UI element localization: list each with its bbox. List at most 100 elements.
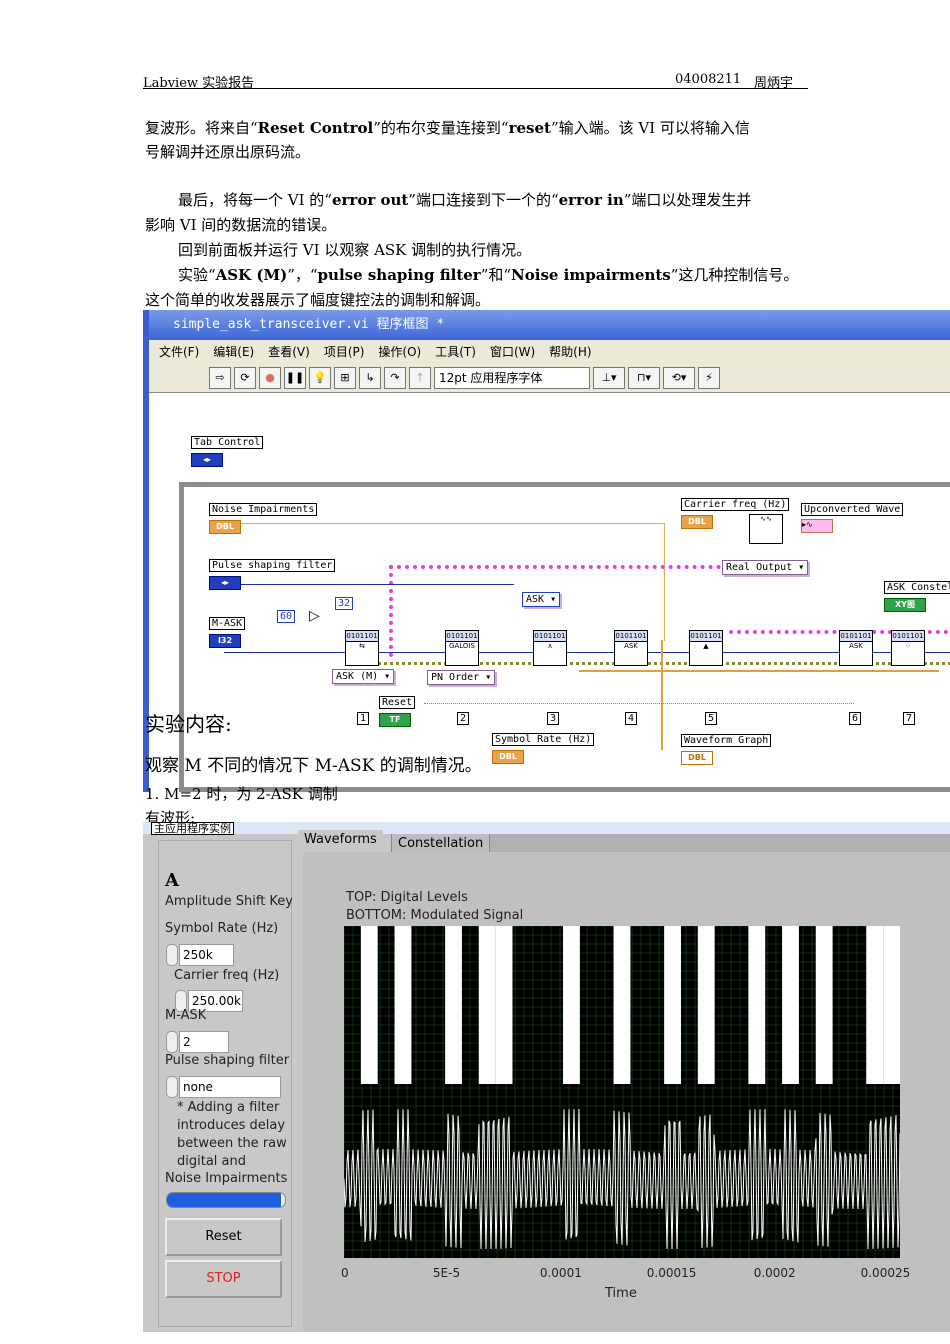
digital-level-bar xyxy=(697,926,715,1084)
const-60[interactable]: 60 xyxy=(277,610,296,623)
frame-4: 4 xyxy=(625,712,637,725)
wire-pink-left xyxy=(389,565,393,657)
upconvert-vi[interactable]: ∿∿ xyxy=(749,514,783,544)
mask-input[interactable]: 2 xyxy=(179,1031,229,1053)
pulse-label: Pulse shaping filter xyxy=(209,559,336,572)
x-tick-label: 0 xyxy=(341,1266,349,1280)
ask-modulate-vi[interactable]: 0101101 ASK xyxy=(614,630,648,666)
pulse-label: Pulse shaping filter xyxy=(165,1053,290,1068)
chart-subtitle: BOTTOM: Modulated Signal xyxy=(346,908,524,923)
tab-control-label: Tab Control xyxy=(191,436,264,449)
pulse-terminal[interactable]: ◂▸ xyxy=(209,576,241,590)
retain-wire-icon[interactable]: ⊞ xyxy=(334,367,356,389)
highlight-bulb-icon[interactable]: 💡 xyxy=(309,367,331,389)
symbol-rate-spinner[interactable] xyxy=(166,944,178,966)
multiply-icon: ▷ xyxy=(309,608,320,624)
pause-icon[interactable]: ❚❚ xyxy=(284,367,306,389)
pn-galois-vi[interactable]: 0101101 GALOIS xyxy=(445,630,479,666)
digital-level-bar xyxy=(445,926,462,1084)
menu-view[interactable]: 查看(V) xyxy=(268,340,310,364)
symbol-rate-input[interactable]: 250k xyxy=(179,944,234,966)
noise-slider[interactable] xyxy=(166,1192,286,1208)
cleanup-icon[interactable]: ⚡ xyxy=(698,367,720,389)
run-arrow-icon[interactable]: ⇨ xyxy=(209,367,231,389)
menu-file[interactable]: 文件(F) xyxy=(159,340,199,364)
mask-spinner[interactable] xyxy=(166,1031,178,1053)
noise-terminal[interactable]: DBL xyxy=(209,520,241,534)
note-3: between the raw xyxy=(177,1136,287,1151)
abort-icon[interactable]: ● xyxy=(259,367,281,389)
ask-init-vi[interactable]: 0101101 ⇆ xyxy=(345,630,379,666)
ask-m-ring[interactable]: ASK (M) ▾ xyxy=(332,669,395,684)
digital-level-bar xyxy=(563,926,580,1084)
app-instance-tab[interactable]: 主应用程序实例 xyxy=(151,822,234,835)
step-over-icon[interactable]: ↷ xyxy=(384,367,406,389)
font-select[interactable]: 12pt 应用程序字体 xyxy=(434,367,590,389)
mask-terminal[interactable]: I32 xyxy=(209,634,241,648)
pulse-select[interactable]: none xyxy=(179,1076,281,1098)
tab-waveforms[interactable]: Waveforms xyxy=(298,830,383,849)
digital-level-bar xyxy=(613,926,631,1084)
note-1: * Adding a filter xyxy=(177,1100,280,1115)
pulse-filter-vi[interactable]: 0101101 ∧ xyxy=(533,630,567,666)
align-icon[interactable]: ⊥▾ xyxy=(593,367,625,389)
symbol-rate-label: Symbol Rate (Hz) xyxy=(492,733,595,746)
constellation-vi[interactable]: 0101101 ⁘ xyxy=(891,630,925,666)
section-heading: 实验内容: xyxy=(145,712,232,736)
digital-level-bar xyxy=(748,926,766,1084)
carrier-terminal[interactable]: DBL xyxy=(681,515,713,529)
menu-bar: 文件(F) 编辑(E) 查看(V) 项目(P) 操作(O) 工具(T) 窗口(W… xyxy=(149,340,950,364)
tab-control-terminal[interactable]: ◂▸ xyxy=(191,453,223,467)
scroll-strip xyxy=(143,822,950,834)
symbol-rate-terminal[interactable]: DBL xyxy=(492,750,524,764)
step-out-icon[interactable]: ↑ xyxy=(409,367,431,389)
ask-heading: Amplitude Shift Keyir xyxy=(165,894,292,909)
reset-button[interactable]: Reset xyxy=(165,1218,282,1256)
digital-level-bar xyxy=(883,926,900,1084)
window-title: simple_ask_transceiver.vi 程序框图 * xyxy=(149,310,950,340)
reset-terminal[interactable]: TF xyxy=(379,713,411,727)
header-rule xyxy=(143,88,808,89)
reset-label: Reset xyxy=(379,696,416,709)
symbol-rate-label: Symbol Rate (Hz) xyxy=(165,921,279,936)
distribute-icon[interactable]: ⊓▾ xyxy=(628,367,660,389)
waveform-graph-terminal: DBL xyxy=(681,751,713,765)
frame-7: 7 xyxy=(903,712,915,725)
menu-window[interactable]: 窗口(W) xyxy=(490,340,535,364)
paragraph-1: 复波形。将来自“Reset Control”的布尔变量连接到“reset”输入端… xyxy=(145,119,750,137)
menu-operate[interactable]: 操作(O) xyxy=(378,340,421,364)
run-continuous-icon[interactable]: ⟳ xyxy=(234,367,256,389)
digital-level-bar xyxy=(478,926,496,1084)
real-output-ring[interactable]: Real Output ▾ xyxy=(722,560,809,575)
const-32[interactable]: 32 xyxy=(335,597,354,610)
pn-order-ring[interactable]: PN Order ▾ xyxy=(427,670,496,685)
menu-tools[interactable]: 工具(T) xyxy=(435,340,476,364)
toolbar: ⇨ ⟳ ● ❚❚ 💡 ⊞ ↳ ↷ ↑ 12pt 应用程序字体 ⊥▾ ⊓▾ ⟲▾ … xyxy=(149,364,950,393)
paragraph-2: 最后，将每一个 VI 的“error out”端口连接到下一个的“error i… xyxy=(178,191,752,209)
noise-slider-fill xyxy=(167,1193,282,1207)
reorder-icon[interactable]: ⟲▾ xyxy=(663,367,695,389)
wire-graph xyxy=(661,640,663,750)
menu-project[interactable]: 项目(P) xyxy=(324,340,365,364)
ask-ring[interactable]: ASK ▾ xyxy=(522,592,561,607)
digital-level-bar xyxy=(360,926,378,1084)
frame-6: 6 xyxy=(849,712,861,725)
xy-graph-terminal[interactable]: XY图 xyxy=(884,598,926,612)
ask-constellation-label: ASK Constel xyxy=(884,581,950,594)
menu-edit[interactable]: 编辑(E) xyxy=(213,340,254,364)
x-tick-label: 0.0002 xyxy=(753,1266,796,1280)
paragraph-3: 回到前面板并运行 VI 以观察 ASK 调制的执行情况。 xyxy=(178,241,532,259)
block-diagram-window: simple_ask_transceiver.vi 程序框图 * 文件(F) 编… xyxy=(143,310,950,792)
tab-constellation[interactable]: Constellation xyxy=(391,834,491,853)
menu-help[interactable]: 帮助(H) xyxy=(549,340,591,364)
pulse-spinner[interactable] xyxy=(166,1076,178,1098)
step-into-icon[interactable]: ↳ xyxy=(359,367,381,389)
digital-level-bar xyxy=(866,926,884,1084)
ask-demod-vi[interactable]: 0101101 ASK xyxy=(839,630,873,666)
chart-title: TOP: Digital Levels xyxy=(346,890,468,905)
digital-level-bar xyxy=(394,926,412,1084)
wire-reset xyxy=(424,703,854,704)
note-4: digital and xyxy=(177,1154,246,1169)
stop-button[interactable]: STOP xyxy=(165,1260,282,1298)
noise-add-vi[interactable]: 0101101 ▲ xyxy=(689,630,723,666)
